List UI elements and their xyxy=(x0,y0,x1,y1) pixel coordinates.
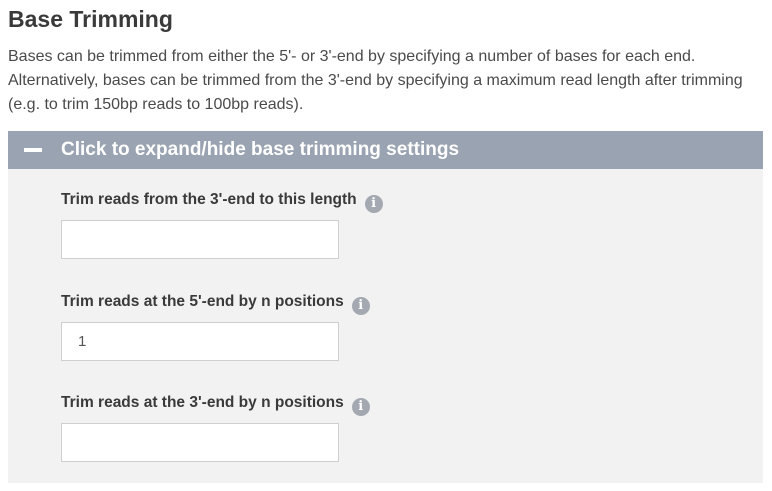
info-circle-icon[interactable]: i xyxy=(351,297,370,315)
trim-5-label-text: Trim reads at the 5'-end by n positions xyxy=(61,293,344,310)
minus-icon[interactable] xyxy=(24,148,42,152)
expand-collapse-header[interactable]: Click to expand/hide base trimming setti… xyxy=(8,131,763,169)
expand-collapse-label[interactable]: Click to expand/hide base trimming setti… xyxy=(61,139,459,161)
trim-5-input[interactable] xyxy=(61,322,339,361)
info-circle-icon[interactable]: i xyxy=(351,398,370,416)
max-length-input[interactable] xyxy=(61,220,339,259)
max-length-label: Trim reads from the 3'-end to this lengt… xyxy=(61,190,383,213)
max-length-label-text: Trim reads from the 3'-end to this lengt… xyxy=(61,191,357,208)
trim-3-input[interactable] xyxy=(61,423,339,462)
info-circle-icon[interactable]: i xyxy=(364,195,383,213)
section-title: Base Trimming xyxy=(8,6,173,32)
trim-3-label-text: Trim reads at the 3'-end by n positions xyxy=(61,394,344,411)
base-trimming-panel: Click to expand/hide base trimming setti… xyxy=(8,131,763,483)
trim-3-label: Trim reads at the 3'-end by n positions i xyxy=(61,393,370,416)
section-description: Bases can be trimmed from either the 5'-… xyxy=(8,48,743,113)
trim-5-label: Trim reads at the 5'-end by n positions i xyxy=(61,292,370,315)
